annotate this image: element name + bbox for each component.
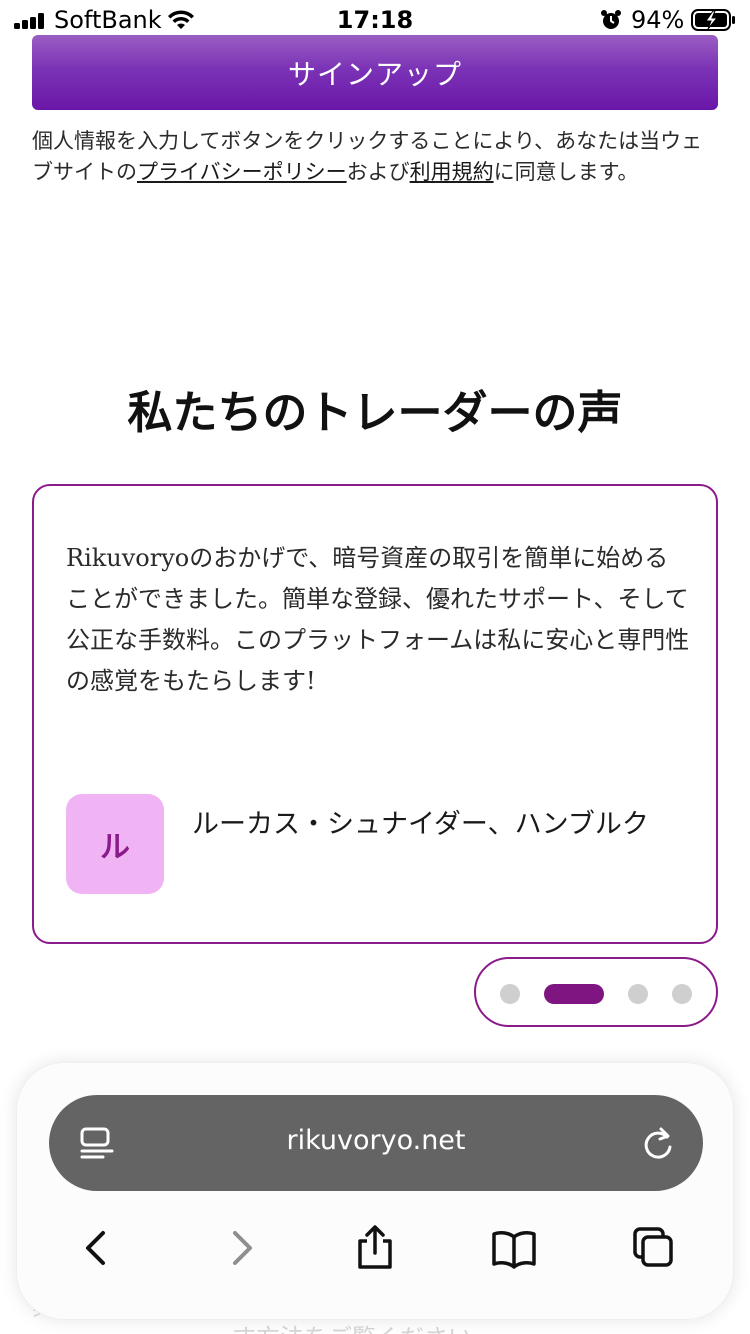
browser-toolbar: rikuvoryo.net [16,1062,734,1320]
consent-text-after: に同意します。 [493,160,639,184]
share-icon[interactable] [350,1223,400,1273]
carousel-dot-4[interactable] [672,984,692,1004]
privacy-policy-link[interactable]: プライバシーポリシー [137,160,347,184]
carousel-dot-1[interactable] [500,984,520,1004]
bookmarks-icon[interactable] [489,1223,539,1273]
testimonials-title: 私たちのトレーダーの声 [127,386,623,439]
testimonial-author: ルーカス・シュナイダー、ハンブルク [192,809,649,840]
terms-of-use-link[interactable]: 利用規約 [410,160,494,184]
battery-charging-icon [691,9,735,31]
url-text[interactable]: rikuvoryo.net [49,1125,703,1156]
carousel-pagination [474,957,718,1027]
carousel-dot-2-active[interactable] [544,984,604,1004]
back-icon[interactable] [73,1223,123,1273]
reload-icon[interactable] [641,1125,675,1161]
testimonial-quote: Rikuvoryoのおかげで、暗号資産の取引を簡単に始めることができました。簡単… [66,544,690,695]
consent-text: 個人情報を入力してボタンをクリックすることにより、あなたは当ウェブサイトのプライ… [32,126,718,188]
carousel-dot-3[interactable] [628,984,648,1004]
status-bar: SoftBank 17:18 94% [0,0,750,40]
signup-button[interactable]: サインアップ [32,35,718,110]
battery-percentage: 94% [631,6,685,34]
forward-icon[interactable] [215,1223,265,1273]
address-bar[interactable]: rikuvoryo.net [49,1095,703,1191]
tabs-icon[interactable] [629,1223,679,1273]
consent-text-middle: および [346,160,410,184]
testimonial-card: Rikuvoryoのおかげで、暗号資産の取引を簡単に始めることができました。簡単… [32,484,718,944]
alarm-icon [601,10,621,29]
background-text: す方法をご覧ください [232,1318,472,1334]
avatar: ル [66,794,164,894]
